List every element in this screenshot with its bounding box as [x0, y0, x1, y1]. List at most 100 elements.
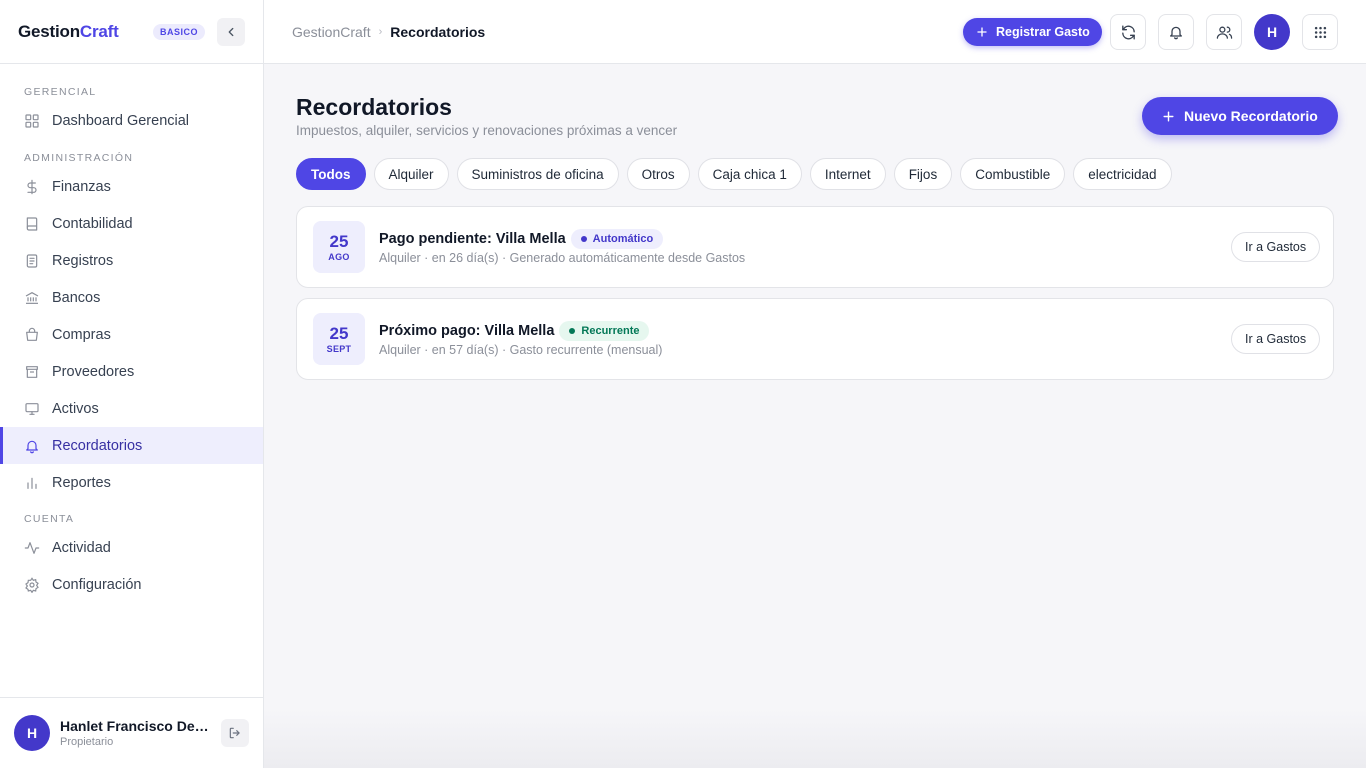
avatar[interactable]: H: [14, 715, 50, 751]
reminder-day: 25: [329, 323, 349, 343]
go-to-expenses-button[interactable]: Ir a Gastos: [1231, 232, 1321, 262]
breadcrumb: GestionCraft › Recordatorios: [292, 24, 485, 40]
brand-name-part1: Gestion: [18, 21, 80, 41]
sidebar-item-activos[interactable]: Activos: [0, 390, 263, 427]
sidebar-item-label: Finanzas: [52, 178, 111, 195]
reminder-day: 25: [329, 231, 349, 251]
reminder-date: 25 AGO: [313, 221, 365, 273]
user-info: Hanlet Francisco De L... Propietario: [60, 718, 210, 748]
brand-name-part2: Craft: [79, 21, 119, 41]
sidebar-item-label: Registros: [52, 252, 114, 269]
filter-chip-otros[interactable]: Otros: [626, 158, 690, 190]
sidebar-item-configuracion[interactable]: Configuración: [0, 566, 263, 603]
logout-button[interactable]: [221, 719, 249, 747]
sidebar-nav: GERENCIAL Dashboard Gerencial ADMINISTRA…: [0, 64, 263, 603]
status-dot: [580, 236, 587, 242]
bank-icon: [25, 291, 39, 304]
sidebar-item-contabilidad[interactable]: Contabilidad: [0, 205, 263, 242]
sidebar-item-compras[interactable]: Compras: [0, 316, 263, 353]
plus-icon: [977, 27, 987, 37]
breadcrumb-separator: ›: [378, 26, 383, 38]
sidebar-item-proveedores[interactable]: Proveedores: [0, 353, 263, 390]
sidebar-item-label: Activos: [52, 400, 99, 417]
apps-grid-icon: [1314, 26, 1326, 38]
reminder-title: Próximo pago: Villa Mella: [379, 323, 555, 339]
sidebar-item-label: Configuración: [52, 576, 142, 593]
status-badge: Recurrente: [559, 321, 650, 341]
users-icon: [1216, 26, 1232, 39]
filter-chips: Todos Alquiler Suministros de oficina Ot…: [296, 158, 1172, 190]
main-content: Recordatorios Impuestos, alquiler, servi…: [264, 64, 1366, 768]
reminder-month: SEPT: [326, 343, 352, 354]
notifications-button[interactable]: [1158, 14, 1194, 50]
filter-chip-fijos[interactable]: Fijos: [893, 158, 953, 190]
new-reminder-label: Nuevo Recordatorio: [1184, 108, 1318, 124]
sidebar-item-dashboard-gerencial[interactable]: Dashboard Gerencial: [0, 102, 263, 139]
brand-logo[interactable]: GestionCraft: [18, 22, 119, 42]
reminder-meta: Alquiler · en 57 día(s) · Gasto recurren…: [379, 343, 663, 357]
section-title-cuenta: CUENTA: [24, 513, 75, 525]
sidebar-item-label: Actividad: [52, 539, 111, 556]
reminder-date: 25 SEPT: [313, 313, 365, 365]
filter-chip-internet[interactable]: Internet: [809, 158, 886, 190]
sidebar-item-label: Reportes: [52, 474, 111, 491]
page-title: Recordatorios: [296, 94, 452, 120]
sidebar-item-actividad[interactable]: Actividad: [0, 529, 263, 566]
filter-chip-alquiler[interactable]: Alquiler: [373, 158, 449, 190]
gear-icon: [25, 576, 39, 593]
sidebar-item-label: Proveedores: [52, 363, 135, 380]
reminder-title-row: Próximo pago: Villa Mella Recurrente: [379, 321, 650, 341]
reminder-card: 25 AGO Pago pendiente: Villa Mella Autom…: [296, 206, 1334, 288]
reminder-meta: Alquiler · en 26 día(s) · Generado autom…: [379, 251, 746, 265]
collapse-sidebar-button[interactable]: [217, 18, 245, 46]
book-icon: [26, 216, 38, 231]
sidebar-item-finanzas[interactable]: Finanzas: [0, 168, 263, 205]
sidebar-item-label: Recordatorios: [52, 437, 143, 454]
status-badge-label: Automático: [592, 233, 654, 245]
sidebar-item-registros[interactable]: Registros: [0, 242, 263, 279]
breadcrumb-current: Recordatorios: [390, 24, 486, 40]
file-text-icon: [26, 253, 38, 268]
user-name: Hanlet Francisco De L...: [60, 718, 210, 734]
go-to-expenses-button[interactable]: Ir a Gastos: [1231, 324, 1321, 354]
section-title-gerencial: GERENCIAL: [24, 86, 97, 98]
refresh-button[interactable]: [1110, 14, 1146, 50]
status-badge: Automático: [570, 229, 664, 249]
bar-chart-icon: [27, 477, 37, 489]
monitor-icon: [25, 402, 39, 415]
sidebar-item-reportes[interactable]: Reportes: [0, 464, 263, 501]
sidebar-item-label: Dashboard Gerencial: [52, 112, 190, 129]
plan-badge: BASICO: [153, 24, 206, 40]
sidebar-item-label: Compras: [52, 326, 111, 343]
filter-chip-suministros[interactable]: Suministros de oficina: [456, 158, 619, 190]
plus-icon: [1163, 110, 1174, 122]
filter-chip-combustible[interactable]: Combustible: [960, 158, 1066, 190]
breadcrumb-root[interactable]: GestionCraft: [292, 24, 371, 40]
filter-chip-electricidad[interactable]: electricidad: [1073, 158, 1172, 190]
activity-icon: [24, 541, 40, 554]
page-subtitle: Impuestos, alquiler, servicios y renovac…: [296, 123, 678, 138]
dollar-icon: [27, 179, 37, 194]
chevron-left-icon: [228, 27, 234, 37]
store-icon: [26, 365, 38, 378]
sidebar-item-bancos[interactable]: Bancos: [0, 279, 263, 316]
bottom-fade: [264, 708, 1366, 768]
header-avatar[interactable]: H: [1254, 14, 1290, 50]
logout-icon: [229, 727, 240, 739]
filter-chip-caja-chica[interactable]: Caja chica 1: [697, 158, 802, 190]
new-reminder-button[interactable]: Nuevo Recordatorio: [1142, 97, 1338, 135]
user-role: Propietario: [60, 736, 114, 748]
top-header: GestionCraft › Recordatorios Registrar G…: [264, 0, 1366, 64]
apps-menu-button[interactable]: [1302, 14, 1338, 50]
basket-icon: [26, 327, 38, 341]
grid-icon: [25, 113, 39, 128]
users-button[interactable]: [1206, 14, 1242, 50]
register-expense-button[interactable]: Registrar Gasto: [963, 18, 1102, 46]
sidebar-item-recordatorios[interactable]: Recordatorios: [0, 427, 263, 464]
filter-chip-todos[interactable]: Todos: [296, 158, 366, 190]
bell-icon: [1170, 26, 1182, 40]
register-expense-label: Registrar Gasto: [996, 25, 1090, 39]
sidebar-item-label: Bancos: [52, 289, 101, 306]
brand-bar: GestionCraft BASICO: [0, 0, 263, 64]
reminder-month: AGO: [328, 251, 350, 262]
